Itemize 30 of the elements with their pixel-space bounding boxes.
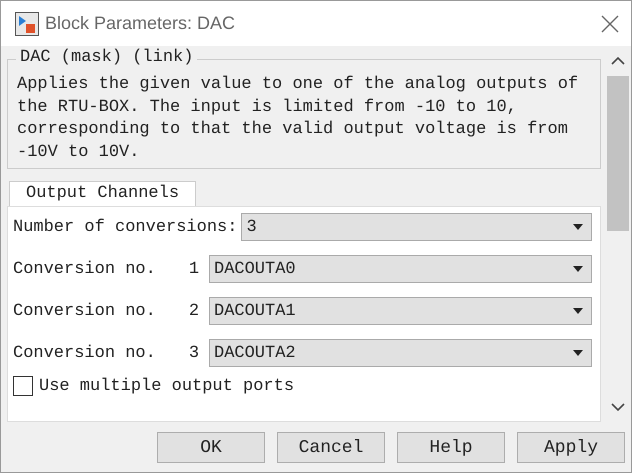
- field-label: Conversion no.: [13, 260, 157, 278]
- checkbox-label: Use multiple output ports: [39, 376, 294, 396]
- scroll-down-icon[interactable]: [611, 402, 625, 412]
- field-label: Conversion no.: [13, 344, 157, 362]
- dialog-button[interactable]: Help: [397, 432, 505, 463]
- dropdown[interactable]: DACOUTA0: [209, 255, 592, 283]
- conversion-number: 3: [188, 344, 200, 362]
- dropdown-arrow-icon: [573, 308, 583, 314]
- field-label: Conversion no.: [13, 302, 157, 320]
- conversion-number: 1: [188, 260, 200, 278]
- close-icon[interactable]: [601, 14, 619, 32]
- dialog-button[interactable]: OK: [157, 432, 265, 463]
- dropdown[interactable]: DACOUTA1: [209, 297, 592, 325]
- window-title: Block Parameters: DAC: [45, 13, 236, 34]
- block-app-icon: [15, 12, 39, 36]
- dialog-button[interactable]: Apply: [517, 432, 625, 463]
- conversion-number: 2: [188, 302, 200, 320]
- dropdown[interactable]: 3: [241, 213, 592, 241]
- field-label: Number of conversions:: [13, 218, 238, 236]
- tab[interactable]: Output Channels: [9, 181, 196, 206]
- dropdown[interactable]: DACOUTA2: [209, 339, 592, 367]
- group-title: DAC (mask) (link): [16, 48, 198, 67]
- scrollbar-thumb[interactable]: [607, 76, 629, 231]
- scroll-up-icon[interactable]: [611, 56, 625, 66]
- checkbox[interactable]: [13, 376, 33, 396]
- description-text: Applies the given value to one of the analog outputs of the RTU-BOX. The input is limited from -10 to 10, corresponding to that the valid output voltage is from -10V to 10V.: [17, 74, 580, 164]
- dialog-button[interactable]: Cancel: [277, 432, 385, 463]
- dropdown-arrow-icon: [573, 266, 583, 272]
- dropdown-arrow-icon: [573, 224, 583, 230]
- dropdown-arrow-icon: [573, 350, 583, 356]
